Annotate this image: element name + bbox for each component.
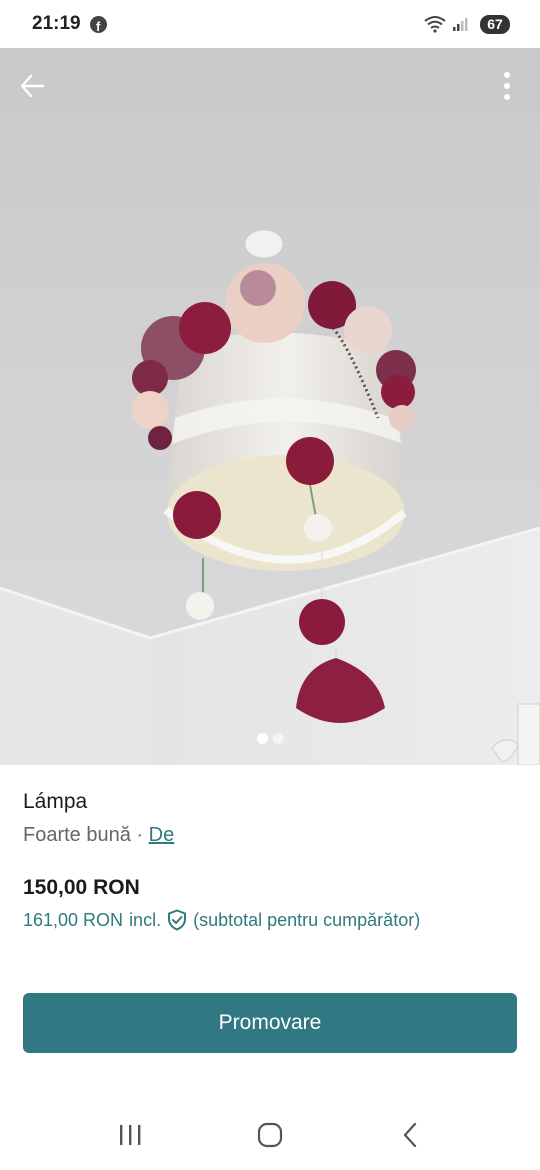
status-indicators: 67 [424, 14, 510, 34]
pagination-dot[interactable] [272, 733, 284, 744]
recent-apps-button[interactable] [100, 1110, 160, 1160]
status-bar: 21:19 f 67 [0, 0, 540, 48]
home-button[interactable] [240, 1110, 300, 1160]
total-note: (subtotal pentru cumpărător) [193, 909, 421, 930]
shield-check-icon [168, 909, 187, 931]
recent-apps-icon [120, 1125, 141, 1145]
item-condition-line: Foarte bună · De [23, 824, 523, 847]
system-navigation-bar [0, 1100, 540, 1170]
brand-link[interactable]: De [149, 824, 175, 846]
item-condition: Foarte bună [23, 824, 131, 846]
product-photo [0, 48, 540, 765]
status-time: 21:19 [32, 13, 81, 34]
signal-icon [453, 18, 468, 31]
more-options-button[interactable] [492, 66, 522, 106]
item-price: 150,00 RON [23, 876, 140, 899]
item-title: Lámpa [23, 790, 88, 813]
battery-indicator: 67 [480, 14, 510, 34]
image-gallery[interactable] [0, 48, 540, 765]
pagination-dot-active[interactable] [256, 733, 268, 744]
item-details: Lámpa Foarte bună · De 150,00 RON 161,00… [23, 790, 523, 931]
home-icon [257, 1122, 283, 1148]
facebook-notification-icon: f [89, 15, 107, 33]
system-back-button[interactable] [380, 1110, 440, 1160]
gallery-pagination [0, 733, 540, 744]
promote-button[interactable]: Promovare [23, 993, 517, 1053]
back-button[interactable] [14, 68, 50, 104]
more-vertical-icon [504, 72, 510, 100]
arrow-left-icon [20, 74, 45, 98]
buyer-total[interactable]: 161,00 RON incl. (subtotal pentru cumpăr… [23, 909, 523, 931]
total-incl: incl. [129, 909, 162, 930]
separator: · [130, 824, 149, 846]
wifi-icon [424, 16, 446, 33]
total-price: 161,00 RON [23, 909, 124, 930]
chevron-left-icon [403, 1122, 417, 1148]
